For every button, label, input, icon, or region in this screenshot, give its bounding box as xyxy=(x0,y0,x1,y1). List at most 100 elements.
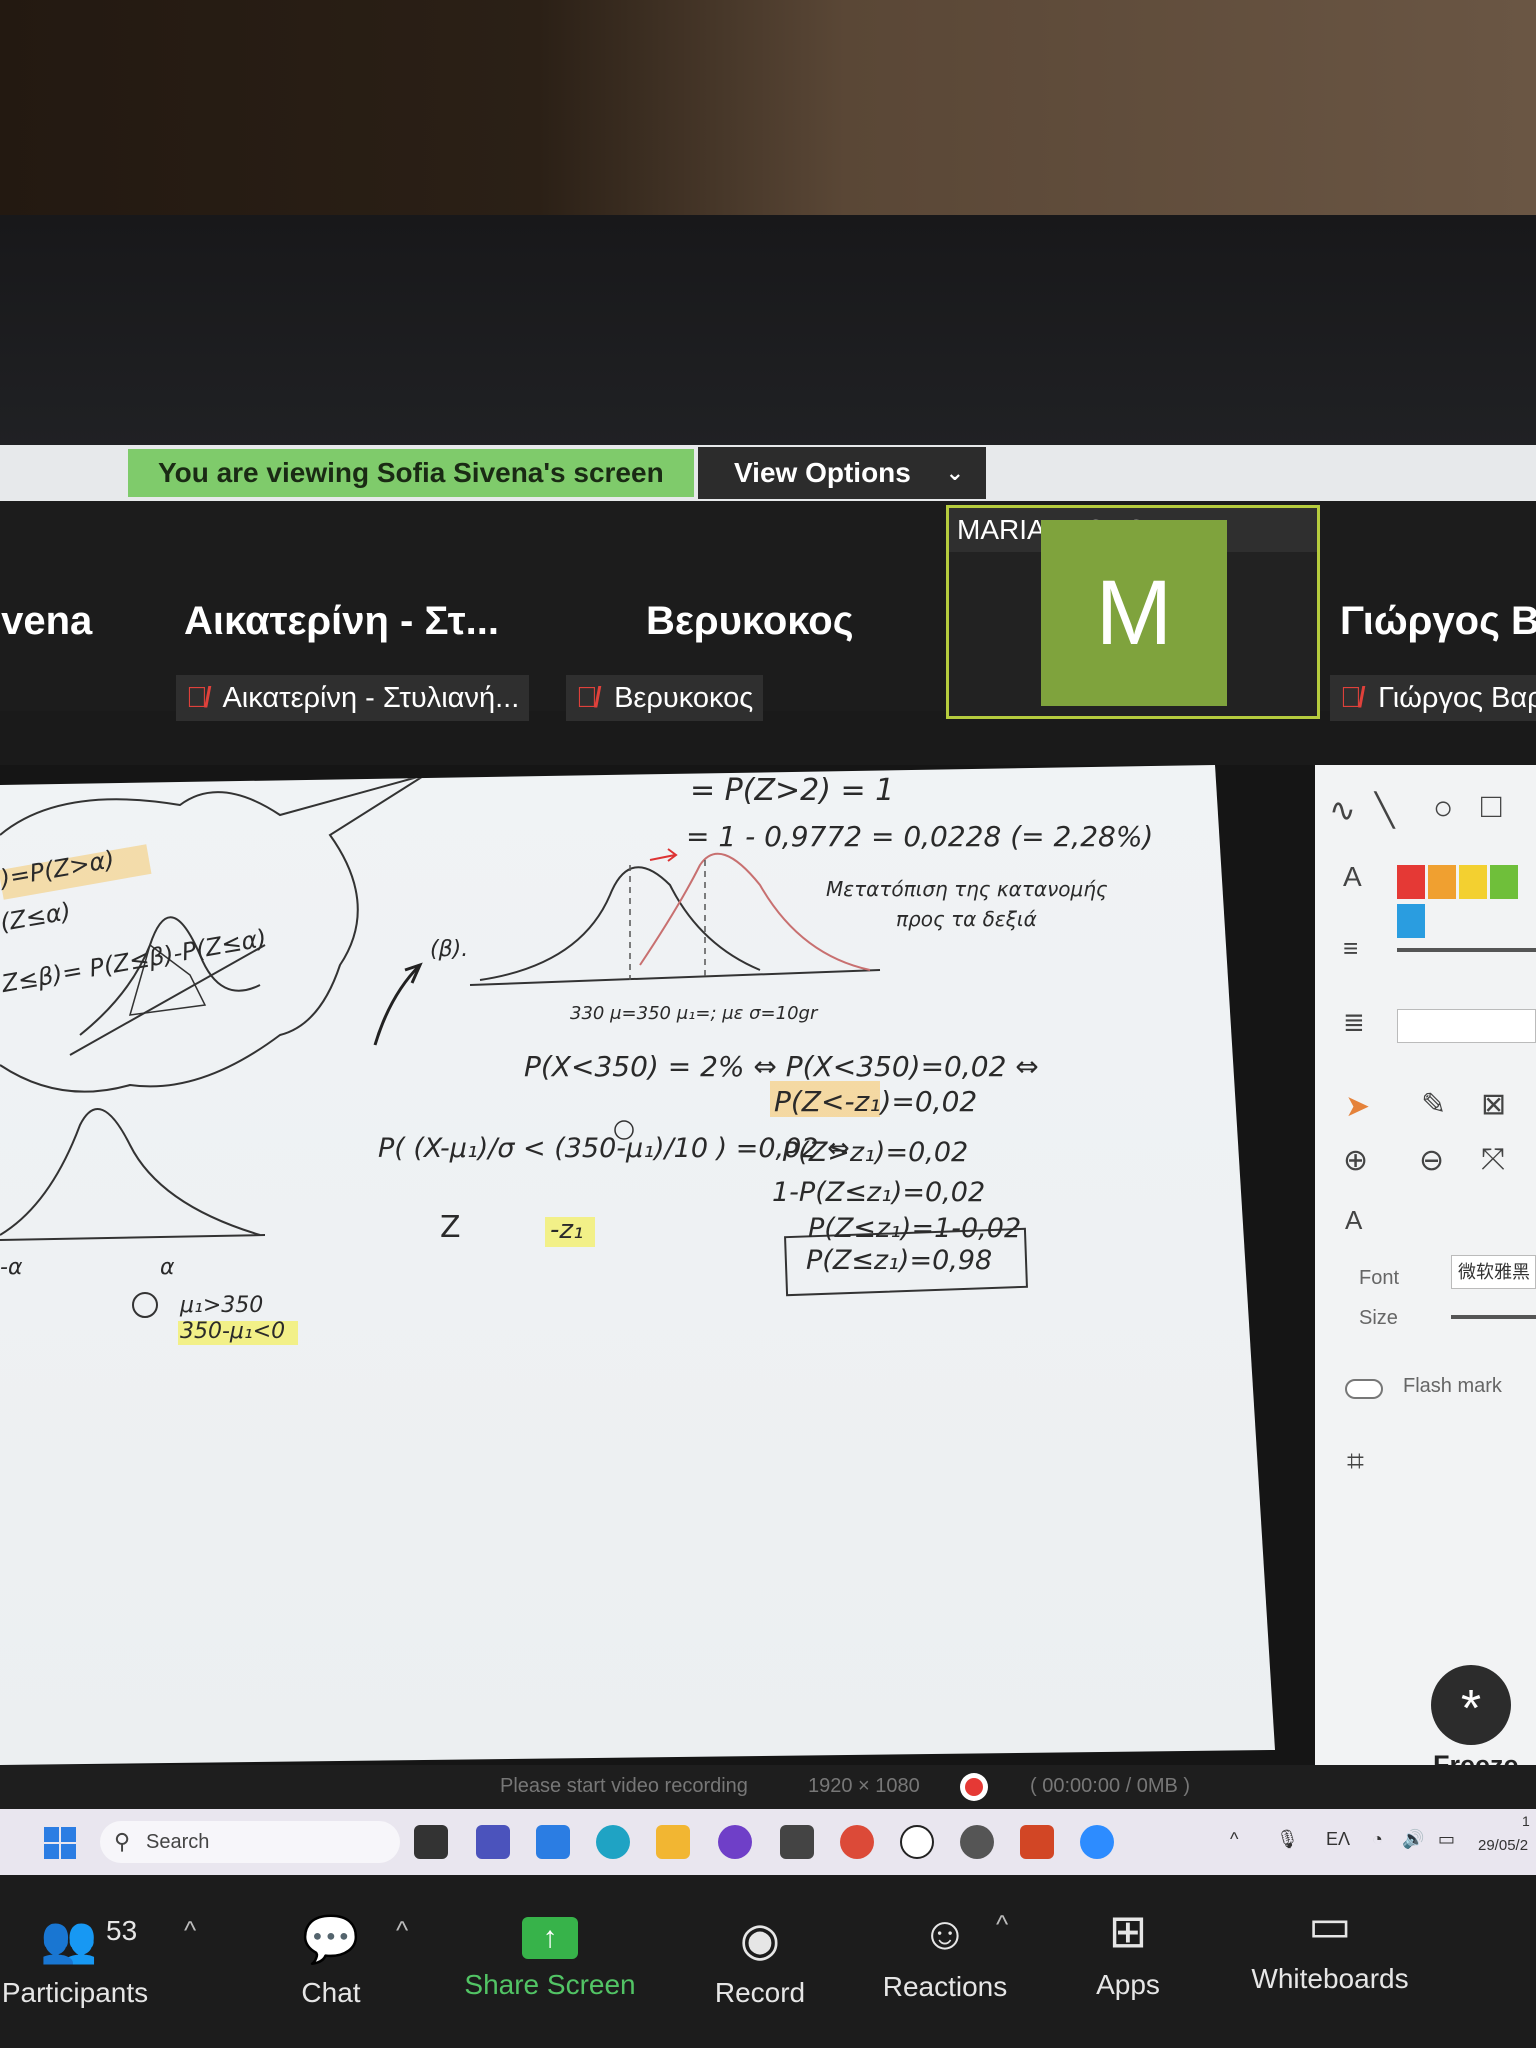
condition-line: 350-μ₁<0 xyxy=(180,1319,286,1344)
line-width-slider[interactable] xyxy=(1397,948,1536,952)
freehand-tool-icon[interactable]: ∿ xyxy=(1329,791,1356,829)
zoom-icon[interactable] xyxy=(1080,1825,1114,1859)
app-icon[interactable] xyxy=(960,1825,994,1859)
participants-label: Participants xyxy=(1,1977,149,2008)
boxed-result: P(Z≤z₁)=0,98 xyxy=(806,1245,993,1276)
zoom-in-icon[interactable]: ⊕ xyxy=(1343,1143,1368,1178)
variable-label: -z₁ xyxy=(550,1215,584,1245)
apps-icon: ⊞ xyxy=(1108,1905,1148,1957)
crop-icon[interactable]: ⌗ xyxy=(1347,1445,1364,1479)
rectangle-tool-icon[interactable]: □ xyxy=(1481,787,1502,826)
active-speaker-tile[interactable]: M MARIA TACHOU xyxy=(946,505,1320,719)
pointer-tool-icon[interactable]: ➤ xyxy=(1345,1089,1370,1124)
participant-tag-label: Αικατερίνη - Στυλιανή... xyxy=(222,682,520,714)
participant-tile[interactable]: Βερυκοκος 🎙̸ Βερυκοκος xyxy=(566,501,926,721)
participant-name: ivena xyxy=(0,599,93,643)
share-banner: You are viewing Sofia Sivena's screen Vi… xyxy=(0,445,1536,501)
chevron-up-icon[interactable]: ^ xyxy=(996,1909,1008,1940)
todo-icon[interactable] xyxy=(536,1825,570,1859)
chevron-down-icon: ⌄ xyxy=(945,460,964,485)
windows-taskbar: ⚲ Search ^ 🎙 ΕΛ ◔ 🔊 ▭ 1 29/05/2 xyxy=(0,1809,1536,1875)
freeze-button[interactable]: * xyxy=(1431,1665,1511,1745)
whiteboards-button[interactable]: ▭ Whiteboards xyxy=(1240,1897,1420,1995)
chat-button[interactable]: 💬 Chat xyxy=(276,1911,386,2009)
equation-line: P(Z≤z₁)=1-0,02 xyxy=(808,1213,1022,1244)
file-explorer-icon[interactable] xyxy=(656,1825,690,1859)
note-line: προς τα δεξιά xyxy=(896,907,1037,931)
participant-name: Γιώργος Β xyxy=(1340,599,1536,643)
laptop-bezel xyxy=(0,215,1536,529)
whiteboards-label: Whiteboards xyxy=(1251,1963,1409,1994)
chrome-icon[interactable] xyxy=(840,1825,874,1859)
line-style-select[interactable] xyxy=(1397,1009,1536,1043)
axis-labels: 330 μ=350 μ₁=; με σ=10gr xyxy=(570,1003,818,1024)
chevron-up-icon[interactable]: ^ xyxy=(184,1915,196,1946)
participant-tag: 🎙̸ Βερυκοκος xyxy=(566,675,764,721)
microphone-icon[interactable]: 🎙 xyxy=(1276,1829,1299,1850)
apps-button[interactable]: ⊞ Apps xyxy=(1078,1903,1178,2001)
participant-name: Αικατερίνη - Στ... xyxy=(184,599,499,643)
view-options-button[interactable]: View Options ⌄ xyxy=(698,447,986,499)
battery-icon[interactable]: ▭ xyxy=(1438,1829,1455,1850)
teams-icon[interactable] xyxy=(476,1825,510,1859)
color-swatch-red[interactable] xyxy=(1397,865,1425,899)
size-slider[interactable] xyxy=(1451,1315,1536,1319)
participant-tile[interactable]: ivena xyxy=(0,501,140,711)
color-swatch-blue[interactable] xyxy=(1397,904,1425,938)
participant-tag: 🎙̸ Αικατερίνη - Στυλιανή... xyxy=(176,675,530,721)
color-swatch-yellow[interactable] xyxy=(1459,865,1487,899)
font-select[interactable]: 微软雅黑 xyxy=(1451,1255,1536,1289)
apps-label: Apps xyxy=(1096,1969,1160,2000)
share-screen-icon: ↑ xyxy=(522,1917,578,1959)
meeting-controls: 👥 Participants 53 ^ 💬 Chat ^ ↑ Share Scr… xyxy=(0,1875,1536,2048)
equation-line: P(Z>z₁)=0,02 xyxy=(782,1137,969,1168)
background-room xyxy=(0,0,1536,230)
record-dot-button[interactable] xyxy=(960,1773,988,1801)
flash-mark-toggle[interactable] xyxy=(1345,1379,1383,1399)
line-tool-icon[interactable]: ╲ xyxy=(1375,791,1394,829)
flash-mark-label: Flash mark xyxy=(1403,1375,1502,1397)
recording-timer: ( 00:00:00 / 0MB ) xyxy=(1030,1775,1191,1797)
wifi-icon[interactable]: ◔ xyxy=(1372,1829,1383,1850)
shared-screen: = P(Z>2) = 1 = 1 - 0,9772 = 0,0228 (= 2,… xyxy=(0,765,1536,1780)
chatgpt-icon[interactable] xyxy=(900,1825,934,1859)
condition-line: μ₁>350 xyxy=(180,1293,264,1318)
windows-start-icon[interactable] xyxy=(44,1827,76,1859)
viber-icon[interactable] xyxy=(718,1825,752,1859)
clock-date[interactable]: 29/05/2 xyxy=(1478,1837,1528,1854)
text-tool-icon[interactable]: A xyxy=(1345,1205,1362,1236)
volume-icon[interactable]: 🔊 xyxy=(1402,1829,1424,1850)
equation-line: 1-P(Z≤z₁)=0,02 xyxy=(772,1177,986,1208)
tray-chevron-icon[interactable]: ^ xyxy=(1230,1829,1238,1850)
chevron-up-icon[interactable]: ^ xyxy=(396,1915,408,1946)
clock-time[interactable]: 1 xyxy=(1522,1813,1530,1829)
participant-tile[interactable]: Γιώργος Β 🎙̸ Γιώργος Βαρ xyxy=(1330,501,1536,721)
taskbar-search[interactable]: ⚲ Search xyxy=(100,1821,400,1863)
participant-tile[interactable]: Αικατερίνη - Στ... 🎙̸ Αικατερίνη - Στυλι… xyxy=(170,501,570,721)
app-icon[interactable] xyxy=(780,1825,814,1859)
clear-icon[interactable]: ⊠ xyxy=(1481,1087,1506,1122)
language-indicator[interactable]: ΕΛ xyxy=(1326,1829,1350,1850)
variable-label: Z xyxy=(440,1210,461,1245)
zoom-out-icon[interactable]: ⊖ xyxy=(1419,1143,1444,1178)
equation-line: P(Z<-z₁)=0,02 xyxy=(774,1085,978,1118)
whiteboard-canvas[interactable]: = P(Z>2) = 1 = 1 - 0,9772 = 0,0228 (= 2,… xyxy=(0,765,1275,1765)
powerpoint-icon[interactable] xyxy=(1020,1825,1054,1859)
equation-line: P(X<350) = 2% ⇔ P(X<350)=0,02 ⇔ xyxy=(524,1050,1039,1083)
fit-icon[interactable]: ⤧ xyxy=(1481,1143,1505,1177)
magic-wand-icon[interactable]: ✎ xyxy=(1421,1087,1446,1122)
resolution-readout: 1920 × 1080 xyxy=(808,1775,920,1797)
whiteboard-icon: ▭ xyxy=(1308,1899,1352,1951)
ellipse-tool-icon[interactable]: ○ xyxy=(1433,789,1454,828)
color-palette[interactable] xyxy=(1397,865,1536,938)
equation-line: = P(Z>2) = 1 xyxy=(690,773,895,808)
chat-icon: 💬 xyxy=(302,1913,360,1965)
color-swatch-orange[interactable] xyxy=(1428,865,1456,899)
record-button[interactable]: ◉ Record xyxy=(700,1911,820,2009)
color-swatch-green[interactable] xyxy=(1490,865,1518,899)
task-view-icon[interactable] xyxy=(414,1825,448,1859)
equation-line: P( (X-μ₁)/σ < (350-μ₁)/10 ) =0,02 ⇔ xyxy=(378,1133,850,1164)
edge-icon[interactable] xyxy=(596,1825,630,1859)
share-screen-button[interactable]: ↑ Share Screen xyxy=(460,1917,640,2001)
text-color-icon[interactable]: A xyxy=(1343,861,1362,893)
